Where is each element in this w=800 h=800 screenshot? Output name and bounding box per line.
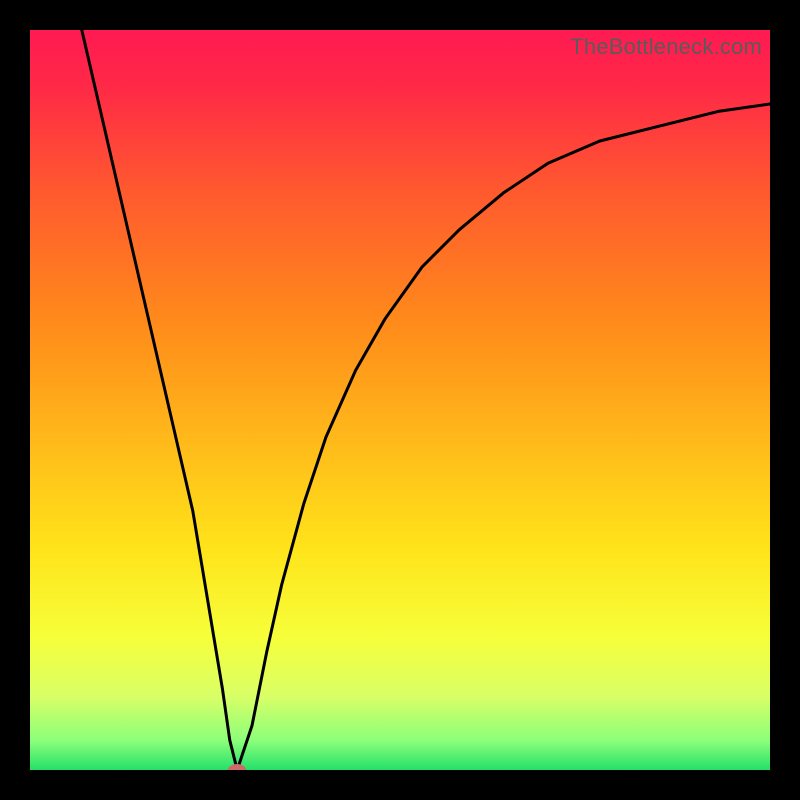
- minimum-marker: [228, 764, 246, 770]
- curve-svg: [30, 30, 770, 770]
- watermark-text: TheBottleneck.com: [570, 34, 762, 60]
- plot-area: TheBottleneck.com: [30, 30, 770, 770]
- chart-frame: TheBottleneck.com: [0, 0, 800, 800]
- bottleneck-curve: [82, 30, 770, 770]
